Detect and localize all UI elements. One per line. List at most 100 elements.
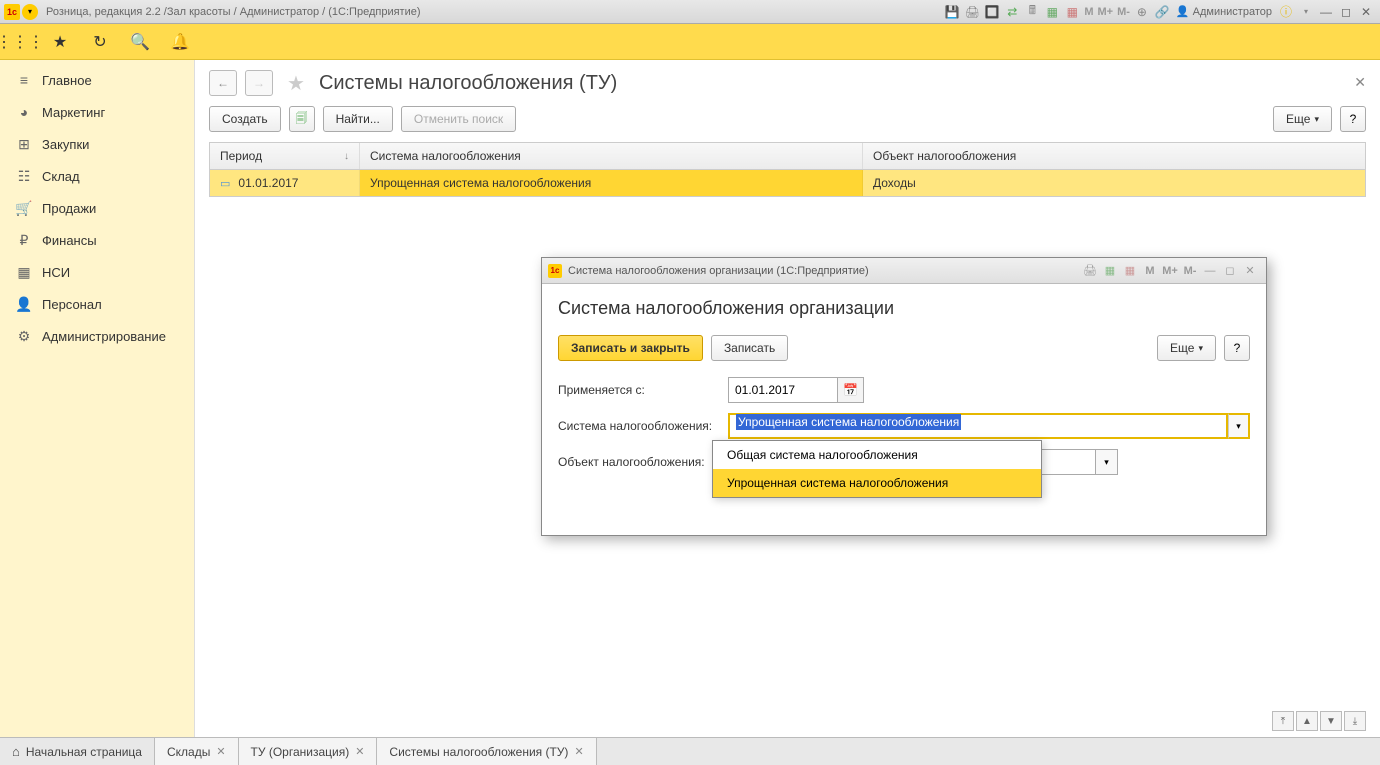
sidebar-item-warehouse[interactable]: ☷Склад (0, 160, 194, 192)
calendar2-icon[interactable]: ▦ (1063, 3, 1081, 21)
dialog-print-icon[interactable]: 🖨 (1081, 262, 1099, 280)
dialog-mminus[interactable]: M- (1181, 262, 1199, 280)
sidebar-label: Персонал (42, 297, 102, 312)
dialog-m[interactable]: M (1141, 262, 1159, 280)
print-icon[interactable]: 🖨 (963, 3, 981, 21)
app-menu-dropdown[interactable]: ▾ (22, 4, 38, 20)
dialog-mplus[interactable]: M+ (1161, 262, 1179, 280)
close-tab-icon[interactable]: ✕ (216, 745, 225, 758)
table-row[interactable]: ▭01.01.2017 Упрощенная система налогообл… (210, 170, 1365, 196)
sidebar-label: Администрирование (42, 329, 166, 344)
zoom-icon[interactable]: ⊕ (1133, 3, 1151, 21)
column-header-period[interactable]: Период↓ (210, 143, 360, 169)
pie-icon: ◕ (16, 104, 32, 120)
dropdown-option-simplified[interactable]: Упрощенная система налогообложения (713, 469, 1041, 497)
label-tax-object: Объект налогообложения: (558, 455, 728, 469)
memory-mminus[interactable]: M- (1117, 6, 1130, 18)
tab-warehouses[interactable]: Склады✕ (155, 738, 239, 765)
help-button[interactable]: ? (1340, 106, 1366, 132)
create-button[interactable]: Создать (209, 106, 281, 132)
user-menu[interactable]: 👤 Администратор (1172, 5, 1276, 18)
tab-organization[interactable]: ТУ (Организация)✕ (239, 738, 378, 765)
maximize-button[interactable]: ◻ (1336, 4, 1356, 20)
dialog-help-button[interactable]: ? (1224, 335, 1250, 361)
dialog-minimize-button[interactable]: — (1201, 262, 1219, 280)
column-header-system[interactable]: Система налогообложения (360, 143, 863, 169)
calendar-picker-button[interactable]: 📅 (838, 377, 864, 403)
grid-icon: ⊞ (16, 136, 32, 152)
close-button[interactable]: ✕ (1356, 4, 1376, 20)
scroll-top-button[interactable]: ⤒ (1272, 711, 1294, 731)
forward-button[interactable]: → (245, 70, 273, 96)
gear-icon: ⚙ (16, 328, 32, 344)
copy-button[interactable]: 🗐 (289, 106, 315, 132)
dialog-titlebar[interactable]: 1c Система налогообложения организации (… (542, 258, 1266, 284)
content-area: ← → ★ Системы налогообложения (ТУ) ✕ Соз… (195, 60, 1380, 737)
calendar-icon[interactable]: ▦ (1043, 3, 1061, 21)
apps-icon[interactable]: ⋮⋮⋮ (8, 30, 32, 54)
memory-m[interactable]: M (1084, 6, 1093, 18)
cell-period: 01.01.2017 (238, 176, 298, 190)
dialog-heading: Система налогообложения организации (558, 298, 1250, 319)
memory-mplus[interactable]: M+ (1098, 6, 1114, 18)
favorites-icon[interactable]: ★ (48, 30, 72, 54)
dialog-more-button[interactable]: Еще▾ (1157, 335, 1216, 361)
tab-home[interactable]: ⌂Начальная страница (0, 738, 155, 765)
calculator-icon[interactable]: 🖩 (1023, 3, 1041, 21)
record-icon: ▭ (220, 177, 230, 190)
data-icon: ▦ (16, 264, 32, 280)
sidebar-item-admin[interactable]: ⚙ Администрирование (0, 320, 194, 352)
find-button[interactable]: Найти... (323, 106, 393, 132)
cell-object: Доходы (873, 176, 916, 190)
tax-system-dropdown-list: Общая система налогообложения Упрощенная… (712, 440, 1042, 498)
sidebar-item-purchases[interactable]: ⊞Закупки (0, 128, 194, 160)
tax-system-combo[interactable]: Упрощенная система налогообложения (728, 413, 1228, 439)
main-toolbar: ⋮⋮⋮ ★ ↻ 🔍 🔔 (0, 24, 1380, 60)
sidebar-item-sales[interactable]: 🛒Продажи (0, 192, 194, 224)
dialog-maximize-button[interactable]: ◻ (1221, 262, 1239, 280)
shelves-icon: ☷ (16, 168, 32, 184)
info-icon[interactable]: ⓘ (1277, 3, 1295, 21)
save-icon[interactable]: 💾 (943, 3, 961, 21)
notifications-icon[interactable]: 🔔 (168, 30, 192, 54)
column-header-object[interactable]: Объект налогообложения (863, 143, 1365, 169)
dropdown-option-general[interactable]: Общая система налогообложения (713, 441, 1041, 469)
minimize-button[interactable]: — (1316, 4, 1336, 20)
preview-icon[interactable]: 🔲 (983, 3, 1001, 21)
scroll-down-button[interactable]: ▼ (1320, 711, 1342, 731)
user-name: Администратор (1193, 6, 1272, 18)
close-page-button[interactable]: ✕ (1354, 74, 1366, 91)
dialog-close-button[interactable]: ✕ (1241, 262, 1259, 280)
back-button[interactable]: ← (209, 70, 237, 96)
scroll-nav: ⤒ ▲ ▼ ⤓ (1272, 711, 1366, 731)
sidebar-label: Финансы (42, 233, 97, 248)
bottom-tab-bar: ⌂Начальная страница Склады✕ ТУ (Организа… (0, 737, 1380, 765)
dialog-cal1-icon[interactable]: ▦ (1101, 262, 1119, 280)
sidebar-item-personnel[interactable]: 👤Персонал (0, 288, 194, 320)
history-icon[interactable]: ↻ (88, 30, 112, 54)
tab-tax-systems[interactable]: Системы налогообложения (ТУ)✕ (377, 738, 596, 765)
dialog-cal2-icon[interactable]: ▦ (1121, 262, 1139, 280)
scroll-bottom-button[interactable]: ⤓ (1344, 711, 1366, 731)
cart-icon: 🛒 (16, 200, 32, 216)
save-button[interactable]: Записать (711, 335, 788, 361)
label-tax-system: Система налогообложения: (558, 419, 728, 433)
save-close-button[interactable]: Записать и закрыть (558, 335, 703, 361)
tax-system-dropdown-button[interactable]: ▾ (1228, 413, 1250, 439)
compare-icon[interactable]: ⇄ (1003, 3, 1021, 21)
apply-from-input[interactable] (728, 377, 838, 403)
close-tab-icon[interactable]: ✕ (574, 745, 583, 758)
link-icon[interactable]: 🔗 (1153, 3, 1171, 21)
sidebar-item-main[interactable]: ≡Главное (0, 64, 194, 96)
more-button[interactable]: Еще▾ (1273, 106, 1332, 132)
search-icon[interactable]: 🔍 (128, 30, 152, 54)
sidebar-item-marketing[interactable]: ◕Маркетинг (0, 96, 194, 128)
cancel-search-button[interactable]: Отменить поиск (401, 106, 516, 132)
info-dropdown-icon[interactable]: ▾ (1297, 3, 1315, 21)
sidebar-item-finance[interactable]: ₽Финансы (0, 224, 194, 256)
close-tab-icon[interactable]: ✕ (355, 745, 364, 758)
scroll-up-button[interactable]: ▲ (1296, 711, 1318, 731)
tax-object-dropdown-button[interactable]: ▾ (1096, 449, 1118, 475)
favorite-star-icon[interactable]: ★ (287, 71, 305, 96)
sidebar-item-nsi[interactable]: ▦НСИ (0, 256, 194, 288)
